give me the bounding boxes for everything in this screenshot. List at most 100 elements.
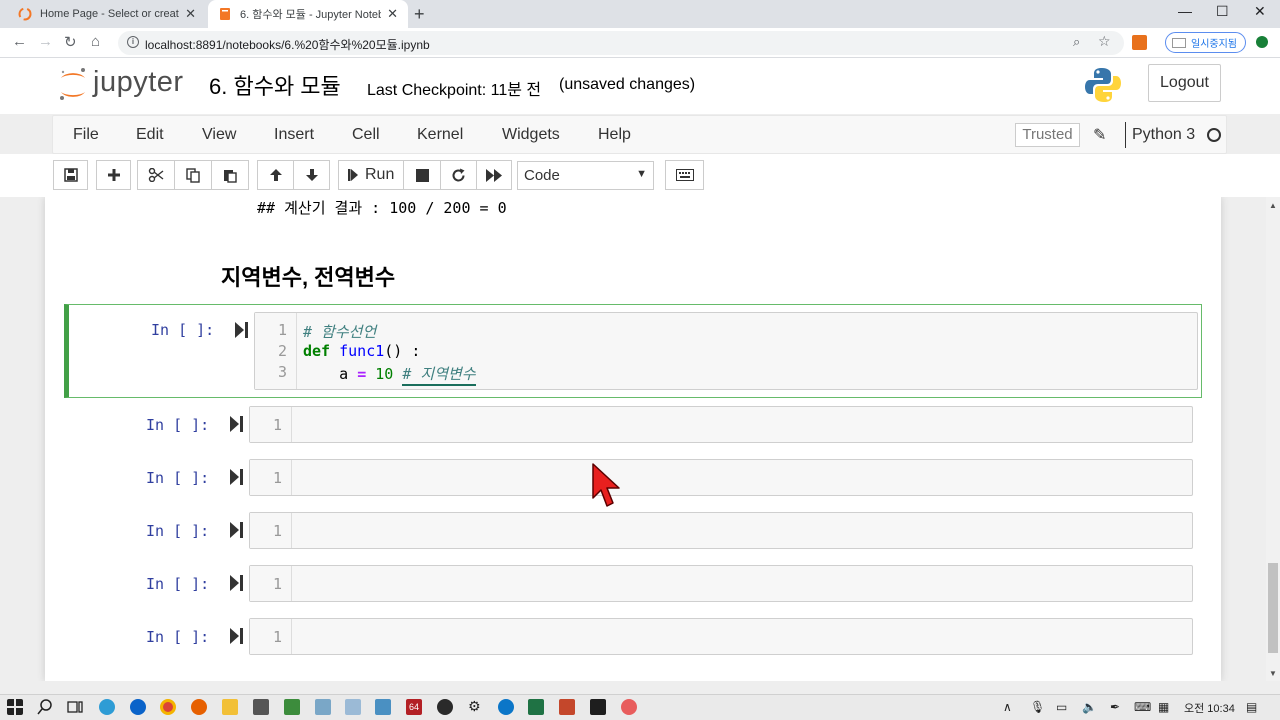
scroll-down-icon[interactable]: ▼ [1269,669,1277,678]
scroll-up-icon[interactable]: ▲ [1269,201,1277,210]
code-editor[interactable]: 1 [249,406,1193,443]
menu-help[interactable]: Help [598,126,631,144]
move-up-button[interactable] [257,160,294,190]
code-cell-selected[interactable]: In [ ]: 1 2 3 # 함수선언 def func1() : a = 1… [64,304,1202,398]
windows-start-icon[interactable] [7,699,23,715]
app-icon-64bit[interactable]: 64 [406,699,422,715]
app-icon-excel[interactable] [528,699,544,715]
search-icon[interactable] [37,699,53,715]
menu-view[interactable]: View [202,126,236,144]
menu-file[interactable]: File [73,126,99,144]
run-cell-icon[interactable] [230,469,243,485]
back-icon[interactable]: ← [12,33,27,50]
run-cell-icon[interactable] [230,628,243,644]
keyboard-tray-icon[interactable]: ⌨ [1134,700,1151,714]
jupyter-logo-icon[interactable] [58,66,88,102]
new-tab-button[interactable]: + [414,4,425,25]
menu-widgets[interactable]: Widgets [502,126,560,144]
notebook-name[interactable]: 6. 함수와 모듈 [209,69,341,101]
tray-app-icon[interactable]: ▦ [1158,700,1169,714]
settings-gear-icon[interactable]: ⚙ [468,698,481,715]
app-icon-window[interactable] [345,699,361,715]
markdown-heading[interactable]: 지역변수, 전역변수 [221,260,395,292]
bookmark-star-icon[interactable]: ☆ [1098,33,1111,50]
app-icon-powerpoint[interactable] [559,699,575,715]
tray-expand-icon[interactable]: ∧ [1003,700,1012,714]
code-editor[interactable]: 1 [249,459,1193,496]
scrollbar-thumb[interactable] [1268,563,1278,653]
save-button[interactable] [53,160,88,190]
app-icon-terminal[interactable] [590,699,606,715]
network-icon[interactable]: ▭ [1056,700,1067,714]
run-cell-icon[interactable] [230,575,243,591]
app-icon-chrome[interactable] [160,699,176,715]
app-icon-recorder[interactable] [621,699,637,715]
menu-insert[interactable]: Insert [274,126,314,144]
code-cell[interactable]: In [ ]: 1 [64,616,1202,656]
insert-cell-button[interactable] [96,160,131,190]
code-cell[interactable]: In [ ]: 1 [64,510,1202,550]
code-cell[interactable]: In [ ]: 1 [64,404,1202,444]
logout-button[interactable]: Logout [1148,64,1221,102]
volume-icon[interactable]: 🔈 [1082,700,1097,714]
app-icon-edge-legacy[interactable] [99,699,115,715]
run-cell-icon[interactable] [230,416,243,432]
restart-button[interactable] [440,160,477,190]
app-icon-tool[interactable] [315,699,331,715]
task-view-icon[interactable] [67,699,83,715]
menu-edit[interactable]: Edit [136,126,164,144]
taskbar-clock[interactable]: 오전 10:34 [1184,700,1235,716]
site-info-icon[interactable]: i [127,36,139,48]
notifications-icon[interactable]: ▤ [1246,700,1257,714]
reload-icon[interactable]: ↻ [64,33,77,51]
extension-icon[interactable] [1132,35,1147,50]
previous-cell-output: ## 계산기 결과 : 100 / 200 = 0 [257,199,507,217]
app-icon-speedometer[interactable] [437,699,453,715]
code-editor[interactable]: 1 [249,512,1193,549]
code-editor[interactable]: 1 [249,565,1193,602]
app-icon-anaconda[interactable] [284,699,300,715]
cut-button[interactable] [137,160,175,190]
app-icon-file-explorer[interactable] [222,699,238,715]
tab-close-icon[interactable]: ✕ [185,6,196,22]
minimize-icon[interactable]: — [1178,3,1192,19]
jupyter-wordmark[interactable]: jupyter [93,66,184,99]
restart-run-all-button[interactable] [476,160,512,190]
vertical-scrollbar[interactable]: ▲ ▼ [1266,197,1280,681]
address-bar[interactable]: i localhost:8891/notebooks/6.%20함수와%20모듈… [118,31,1124,55]
app-icon-internet-explorer[interactable] [130,699,146,715]
run-cell-icon[interactable] [235,322,248,338]
trusted-indicator[interactable]: Trusted [1015,123,1080,147]
move-down-button[interactable] [293,160,330,190]
tab-close-icon[interactable]: ✕ [387,6,398,22]
command-palette-button[interactable] [665,160,704,190]
menu-kernel[interactable]: Kernel [417,126,463,144]
app-icon-circle[interactable] [498,699,514,715]
copy-button[interactable] [174,160,212,190]
cell-type-select[interactable]: Code ▼ [517,161,654,190]
code-editor[interactable]: 1 [249,618,1193,655]
home-icon[interactable]: ⌂ [91,33,100,50]
code-cell[interactable]: In [ ]: 1 [64,563,1202,603]
app-icon-calculator[interactable] [253,699,269,715]
menu-cell[interactable]: Cell [352,126,380,144]
run-button[interactable]: Run [338,160,404,190]
code-editor[interactable]: 1 2 3 # 함수선언 def func1() : a = 10 # 지역변수 [254,312,1198,390]
maximize-icon[interactable]: ☐ [1216,3,1229,20]
close-window-icon[interactable]: ✕ [1254,3,1266,20]
app-icon-monitor[interactable] [375,699,391,715]
kernel-name[interactable]: Python 3 [1125,122,1195,148]
zoom-icon[interactable]: ⌕ [1073,34,1080,50]
pen-icon[interactable]: ✒ [1110,700,1120,714]
microphone-icon[interactable]: 🎙 [1030,700,1045,714]
update-menu-icon[interactable] [1256,36,1268,48]
interrupt-button[interactable] [403,160,441,190]
forward-icon[interactable]: → [38,33,53,50]
app-icon-firefox[interactable] [191,699,207,715]
tab-home-page[interactable]: Home Page - Select or create a ✕ [8,0,206,28]
run-cell-icon[interactable] [230,522,243,538]
paste-button[interactable] [211,160,249,190]
profile-button[interactable]: 일시중지됨 [1165,32,1246,53]
code-cell[interactable]: In [ ]: 1 [64,457,1202,497]
tab-notebook[interactable]: 6. 함수와 모듈 - Jupyter Notebo ✕ [208,0,408,28]
